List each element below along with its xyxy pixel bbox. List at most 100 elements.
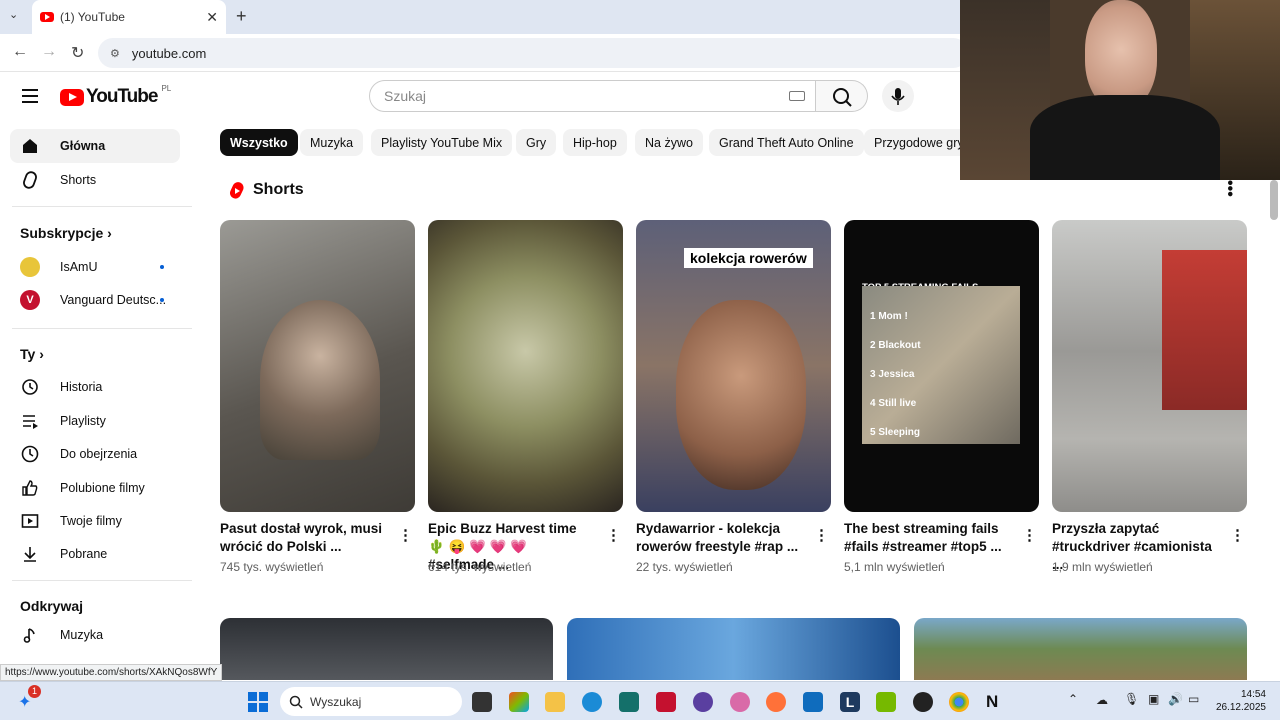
- more-options-icon[interactable]: ⋮: [606, 526, 621, 544]
- tab-title: (1) YouTube: [60, 10, 125, 24]
- youtube-favicon-icon: [40, 12, 54, 22]
- new-tab-icon[interactable]: +: [236, 6, 247, 27]
- firefox-icon[interactable]: [766, 692, 786, 712]
- obs-icon[interactable]: [913, 692, 933, 712]
- more-options-icon[interactable]: ⋮: [1230, 526, 1245, 544]
- tab-list-icon[interactable]: ⌄: [9, 8, 18, 21]
- sidebar-item-label: IsAmU: [60, 260, 98, 274]
- shorts-icon: [20, 170, 40, 190]
- short-thumbnail[interactable]: kolekcja rowerów: [636, 220, 831, 512]
- sidebar-item-home[interactable]: Główna: [10, 129, 180, 163]
- scrollbar-thumb[interactable]: [1270, 180, 1278, 220]
- address-bar[interactable]: ⚙ youtube.com: [98, 38, 968, 68]
- settings-icon[interactable]: [730, 692, 750, 712]
- cloud-icon[interactable]: ☁: [1096, 693, 1108, 707]
- nvidia-icon[interactable]: [876, 692, 896, 712]
- sidebar-item-subscription[interactable]: IsAmU: [10, 250, 180, 284]
- sidebar-item-subscription[interactable]: V Vanguard Deutsc...: [10, 283, 180, 317]
- fails-list: 1 Mom ! 2 Blackout 3 Jessica 4 Still liv…: [870, 302, 921, 447]
- video-thumbnail[interactable]: [220, 618, 553, 680]
- you-heading-label: Ty: [20, 346, 36, 362]
- reload-icon[interactable]: ↻: [71, 43, 84, 63]
- search-input[interactable]: Szukaj: [369, 80, 816, 112]
- edge-icon[interactable]: [582, 692, 602, 712]
- chip-all[interactable]: Wszystko: [220, 129, 298, 156]
- explore-heading: Odkrywaj: [20, 598, 84, 614]
- chip-games[interactable]: Gry: [516, 129, 557, 156]
- voice-search-button[interactable]: [882, 80, 914, 112]
- app-n-icon[interactable]: N: [986, 692, 1006, 712]
- volume-icon[interactable]: 🔊: [1168, 692, 1183, 706]
- short-title[interactable]: Rydawarrior - kolekcja rowerów freestyle…: [636, 520, 801, 556]
- shorts-menu-icon[interactable]: •••: [1221, 180, 1238, 197]
- short-views: 1,9 mln wyświetleń: [1052, 560, 1153, 574]
- chevron-up-icon[interactable]: ⌃: [1068, 692, 1078, 706]
- menu-icon[interactable]: [22, 89, 38, 107]
- short-thumbnail[interactable]: [428, 220, 623, 512]
- app-l-icon[interactable]: L: [840, 692, 860, 712]
- divider: [12, 206, 192, 207]
- back-icon[interactable]: ←: [12, 43, 28, 61]
- chrome-icon[interactable]: [949, 692, 969, 712]
- chip-music[interactable]: Muzyka: [300, 129, 364, 156]
- subscriptions-heading-label: Subskrypcje: [20, 225, 104, 241]
- short-title[interactable]: The best streaming fails #fails #streame…: [844, 520, 1009, 556]
- sidebar-item-playlists[interactable]: Playlisty: [10, 404, 180, 438]
- battery-icon[interactable]: ▭: [1188, 692, 1199, 706]
- short-title[interactable]: Pasut dostał wyrok, musi wrócić do Polsk…: [220, 520, 385, 556]
- microphone-icon[interactable]: 🎙: [1124, 692, 1139, 706]
- fails-list-item: 2 Blackout: [870, 340, 921, 351]
- more-options-icon[interactable]: ⋮: [814, 526, 829, 544]
- start-icon[interactable]: [248, 692, 268, 712]
- sidebar-item-liked[interactable]: Polubione filmy: [10, 471, 180, 505]
- avatar: [20, 257, 40, 277]
- sidebar-item-music[interactable]: Muzyka: [10, 618, 180, 652]
- sidebar-item-watch-later[interactable]: Do obejrzenia: [10, 437, 180, 471]
- video-icon: [20, 511, 40, 531]
- thumbnail-overlay-text: kolekcja rowerów: [684, 248, 813, 268]
- short-thumbnail[interactable]: [220, 220, 415, 512]
- fails-list-item: 4 Still live: [870, 398, 917, 409]
- short-thumbnail[interactable]: [1052, 220, 1247, 512]
- task-view-icon[interactable]: [472, 692, 492, 712]
- short-views: 745 tys. wyświetleń: [220, 560, 324, 574]
- chip-gta[interactable]: Grand Theft Auto Online: [709, 129, 864, 156]
- copilot-icon[interactable]: [509, 692, 529, 712]
- chip-live[interactable]: Na żywo: [635, 129, 703, 156]
- site-info-icon[interactable]: ⚙: [110, 47, 120, 60]
- video-thumbnail[interactable]: [914, 618, 1247, 680]
- store-icon[interactable]: [619, 692, 639, 712]
- search-button[interactable]: [816, 80, 868, 112]
- close-tab-icon[interactable]: ✕: [206, 9, 218, 26]
- app-icon[interactable]: [693, 692, 713, 712]
- short-thumbnail[interactable]: TOP 5 STREAMING FAILS 1 Mom ! 2 Blackout…: [844, 220, 1039, 512]
- forward-icon[interactable]: →: [41, 43, 57, 61]
- file-explorer-icon[interactable]: [545, 692, 565, 712]
- sidebar-item-your-videos[interactable]: Twoje filmy: [10, 504, 180, 538]
- network-icon[interactable]: ▣: [1148, 692, 1159, 706]
- youtube-logo[interactable]: YouTube PL: [60, 83, 172, 108]
- clock-date: 26.12.2025: [1215, 702, 1266, 713]
- mcafee-icon[interactable]: [656, 692, 676, 712]
- you-heading[interactable]: Ty ›: [20, 346, 44, 362]
- sidebar-item-downloads[interactable]: Pobrane: [10, 537, 180, 571]
- keyboard-icon[interactable]: [789, 91, 805, 101]
- video-thumbnail[interactable]: [567, 618, 900, 680]
- sidebar-item-shorts[interactable]: Shorts: [10, 163, 180, 197]
- taskbar-search[interactable]: Wyszukaj: [280, 687, 462, 716]
- subscriptions-heading[interactable]: Subskrypcje ›: [20, 225, 112, 241]
- clock[interactable]: 14:54 26.12.2025: [1210, 688, 1266, 714]
- home-icon: [20, 136, 40, 156]
- sidebar-item-label: Shorts: [60, 173, 97, 187]
- browser-tab[interactable]: (1) YouTube ✕: [32, 0, 226, 34]
- short-views: 22 tys. wyświetleń: [636, 560, 733, 574]
- chip-mix[interactable]: Playlisty YouTube Mix: [371, 129, 513, 156]
- history-icon: [20, 377, 40, 397]
- sidebar-item-history[interactable]: Historia: [10, 370, 180, 404]
- chip-hiphop[interactable]: Hip-hop: [563, 129, 627, 156]
- more-options-icon[interactable]: ⋮: [398, 526, 413, 544]
- country-code: PL: [161, 83, 172, 93]
- outlook-icon[interactable]: [803, 692, 823, 712]
- more-options-icon[interactable]: ⋮: [1022, 526, 1037, 544]
- chip-adventure[interactable]: Przygodowe gry: [864, 129, 960, 156]
